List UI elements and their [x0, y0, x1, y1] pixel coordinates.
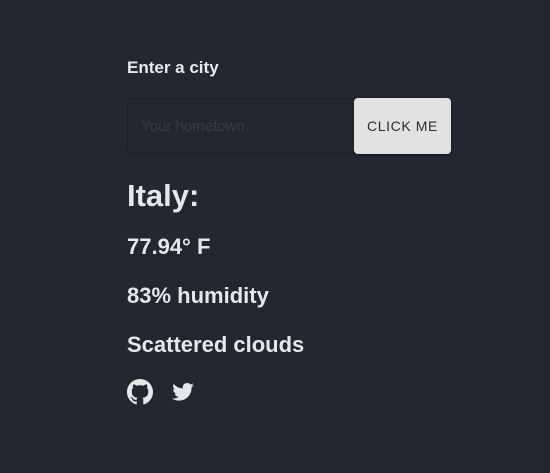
main-content: Enter a city CLICK ME Italy: 77.94° F 83…: [127, 57, 452, 405]
weather-app: Enter a city CLICK ME Italy: 77.94° F 83…: [0, 0, 550, 473]
temperature-readout: 77.94° F: [127, 234, 211, 259]
social-links: [127, 379, 452, 405]
city-input[interactable]: [127, 98, 354, 154]
city-field-label: Enter a city: [127, 58, 219, 77]
twitter-icon: [172, 383, 194, 401]
twitter-link[interactable]: [172, 381, 194, 403]
github-icon: [127, 379, 153, 405]
github-link[interactable]: [127, 379, 153, 405]
submit-button[interactable]: CLICK ME: [354, 98, 451, 154]
humidity-readout: 83% humidity: [127, 283, 269, 308]
search-form: CLICK ME: [127, 98, 452, 154]
country-heading: Italy:: [127, 178, 200, 213]
weather-description: Scattered clouds: [127, 332, 305, 357]
